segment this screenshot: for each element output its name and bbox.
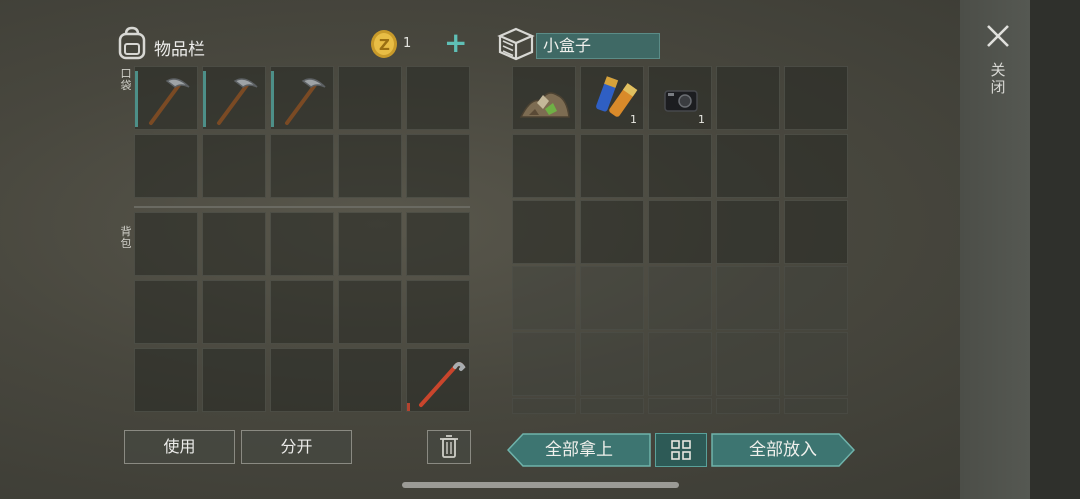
crowbar-icon	[419, 362, 466, 407]
backpack-slot[interactable]	[202, 348, 266, 412]
container-slot-locked	[648, 398, 712, 414]
container-slot-locked	[716, 398, 780, 414]
container-slot-locked	[512, 266, 576, 330]
pickaxe-icon	[285, 78, 326, 125]
container-slot[interactable]	[716, 134, 780, 198]
backpack-slot[interactable]	[202, 212, 266, 276]
pocket-slot[interactable]	[270, 134, 334, 198]
pocket-label: 口袋	[120, 67, 132, 92]
pocket-slot[interactable]	[134, 66, 198, 130]
add-coins-button[interactable]: +	[444, 28, 467, 58]
container-slot-locked	[784, 266, 848, 330]
container-slot-locked	[716, 332, 780, 396]
pocket-slot[interactable]	[270, 66, 334, 130]
backpack-slot[interactable]	[202, 280, 266, 344]
backpack-slot[interactable]	[134, 212, 198, 276]
container-slot-locked	[648, 266, 712, 330]
coin-icon: Z	[371, 30, 397, 58]
backpack-slot[interactable]	[270, 212, 334, 276]
section-divider	[134, 206, 470, 208]
ore-pile-icon	[519, 92, 570, 118]
take-all-label: 全部拿上	[545, 440, 613, 460]
container-slot-locked	[784, 398, 848, 414]
pocket-slot[interactable]	[406, 134, 470, 198]
use-button[interactable]: 使用	[124, 430, 235, 464]
svg-text:Z: Z	[379, 36, 390, 54]
pocket-slot[interactable]	[134, 134, 198, 198]
container-slot[interactable]	[580, 200, 644, 264]
grid-view-toggle[interactable]	[655, 433, 707, 467]
container-name-field[interactable]: 小盒子	[536, 33, 660, 59]
home-indicator[interactable]	[402, 482, 679, 488]
container-slot[interactable]	[648, 200, 712, 264]
container-slot-locked	[580, 398, 644, 414]
container-slot[interactable]	[512, 134, 576, 198]
pocket-slot[interactable]	[338, 66, 402, 130]
pocket-slot[interactable]	[338, 134, 402, 198]
container-slot[interactable]	[512, 66, 576, 130]
inventory-title: 物品栏	[154, 40, 205, 60]
container-slot-locked	[716, 266, 780, 330]
backpack-slot[interactable]	[406, 212, 470, 276]
backpack-slot[interactable]	[406, 280, 470, 344]
pocket-slot[interactable]	[202, 66, 266, 130]
split-button[interactable]: 分开	[241, 430, 352, 464]
container-slot[interactable]	[580, 134, 644, 198]
close-icon[interactable]	[985, 23, 1011, 49]
item-quantity: 1	[630, 113, 637, 126]
container-slot[interactable]	[716, 66, 780, 130]
container-slot[interactable]	[784, 134, 848, 198]
container-slot[interactable]	[716, 200, 780, 264]
box-icon	[497, 27, 535, 61]
screen-edge	[1030, 0, 1080, 499]
grid-view-icon	[671, 440, 691, 460]
container-slot-locked	[512, 332, 576, 396]
container-slot[interactable]: 1	[580, 66, 644, 130]
container-slot-locked	[784, 332, 848, 396]
container-slot-locked	[648, 332, 712, 396]
backpack-slot[interactable]	[338, 212, 402, 276]
backpack-slot[interactable]	[406, 348, 470, 412]
take-all-button[interactable]: 全部拿上	[507, 433, 651, 467]
coin-count: 1	[403, 36, 412, 51]
container-slot[interactable]	[512, 200, 576, 264]
container-slot[interactable]	[784, 200, 848, 264]
backpack-label: 背包	[120, 225, 132, 250]
trash-button[interactable]	[427, 430, 471, 464]
put-all-button[interactable]: 全部放入	[711, 433, 855, 467]
close-label[interactable]: 关闭	[988, 62, 1008, 96]
backpack-slot[interactable]	[270, 280, 334, 344]
pocket-slot[interactable]	[406, 66, 470, 130]
backpack-slot[interactable]	[270, 348, 334, 412]
trash-icon	[440, 435, 458, 458]
pickaxe-icon	[217, 78, 258, 125]
item-quantity: 1	[698, 113, 705, 126]
pickaxe-icon	[149, 78, 190, 125]
backpack-slot[interactable]	[338, 348, 402, 412]
container-slot-locked	[580, 266, 644, 330]
backpack-slot[interactable]	[134, 280, 198, 344]
pocket-slot[interactable]	[202, 134, 266, 198]
container-slot[interactable]: 1	[648, 66, 712, 130]
backpack-slot[interactable]	[134, 348, 198, 412]
backpack-icon	[118, 26, 146, 60]
backpack-slot[interactable]	[338, 280, 402, 344]
container-slot-locked	[580, 332, 644, 396]
put-all-label: 全部放入	[749, 440, 817, 460]
container-slot-locked	[512, 398, 576, 414]
container-slot[interactable]	[648, 134, 712, 198]
container-slot[interactable]	[784, 66, 848, 130]
